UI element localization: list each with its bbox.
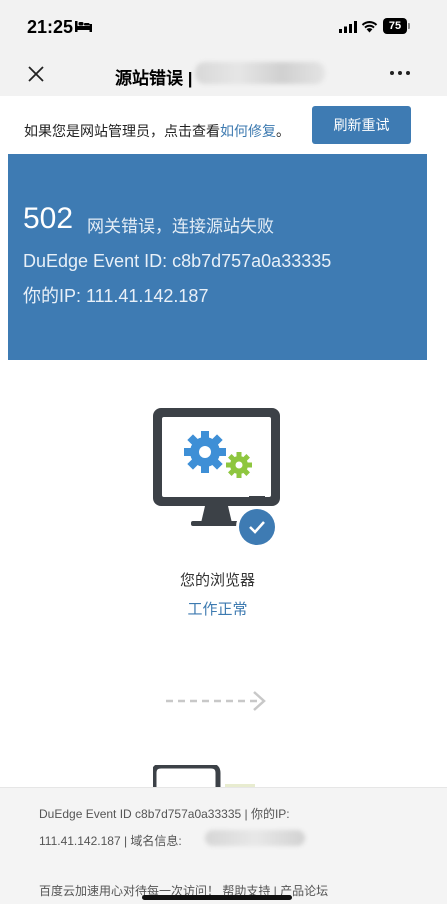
client-ip: 你的IP: 111.41.142.187 <box>23 286 209 306</box>
event-id: DuEdge Event ID: c8b7d757a0a33335 <box>23 251 332 271</box>
status-time: 21:25 <box>27 17 74 37</box>
how-to-fix-link[interactable]: 如何修复 <box>220 123 276 139</box>
arrow-right-icon <box>166 691 266 711</box>
admin-notice-text: 如果您是网站管理员，点击查看如何修复。 <box>24 121 290 141</box>
battery-tip <box>408 23 410 29</box>
signal-icon <box>339 21 357 33</box>
close-icon[interactable] <box>27 65 45 83</box>
checkmark-icon <box>236 506 278 548</box>
blurred-domain <box>195 62 325 84</box>
error-code: 502 <box>23 202 74 235</box>
monitor-gears-icon <box>153 408 280 548</box>
more-icon[interactable] <box>389 65 411 81</box>
home-indicator <box>142 895 292 900</box>
footer-event-line: DuEdge Event ID c8b7d757a0a33335 | 你的IP: <box>39 807 290 821</box>
admin-notice-prefix: 如果您是网站管理员，点击查看 <box>24 123 220 139</box>
wifi-icon <box>361 21 378 33</box>
browser-label: 您的浏览器 <box>179 572 255 589</box>
admin-notice-suffix: 。 <box>276 123 290 139</box>
browser-status: 工作正常 <box>187 601 248 618</box>
bed-icon <box>75 21 92 32</box>
battery-indicator: 75 <box>383 18 407 34</box>
refresh-retry-button[interactable]: 刷新重试 <box>312 106 411 144</box>
error-message: 网关错误，连接源站失败 <box>87 217 274 236</box>
page-title: 源站错误 | <box>115 69 193 88</box>
footer-blurred-domain <box>205 830 305 846</box>
footer-ip-line: 111.41.142.187 | 域名信息: <box>39 834 182 848</box>
